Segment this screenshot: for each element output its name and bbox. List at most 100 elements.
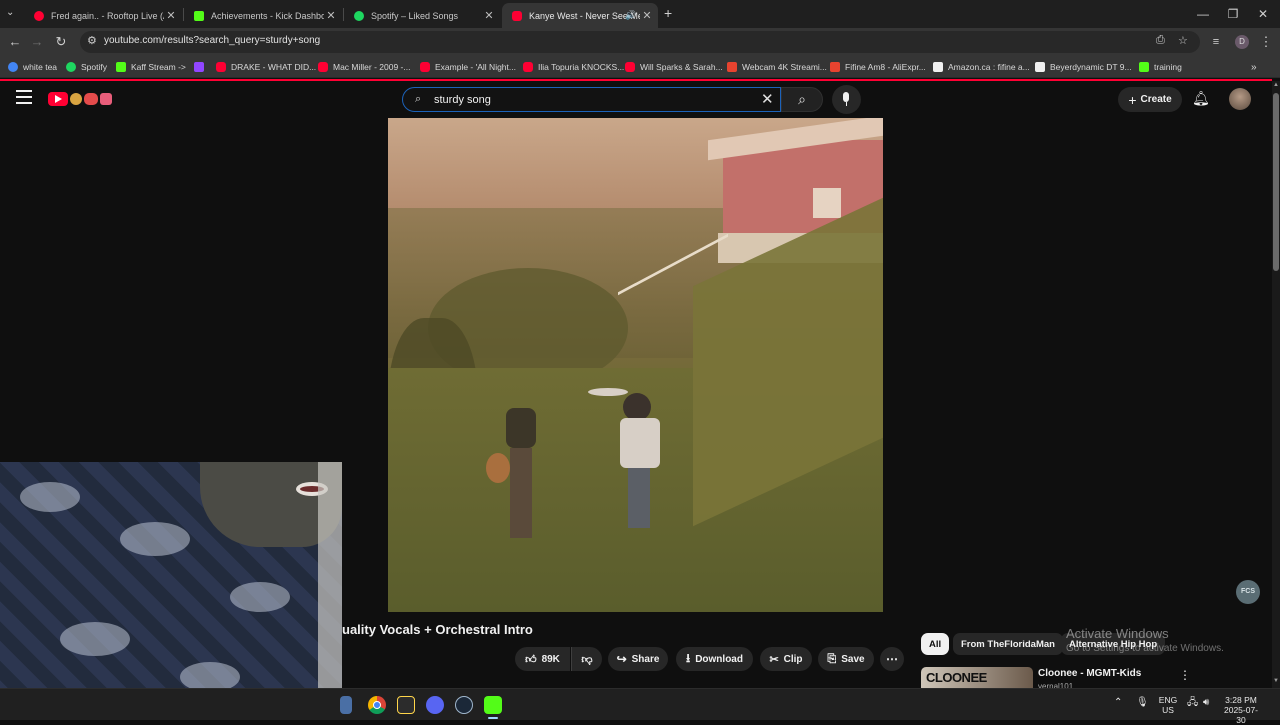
share-button[interactable]: ↪ Share — [608, 647, 668, 671]
voice-search-button[interactable] — [832, 85, 861, 114]
scroll-up-arrow-icon[interactable]: ▲ — [1273, 82, 1279, 88]
scroll-down-arrow-icon[interactable]: ▼ — [1273, 678, 1279, 684]
terminal-app-icon[interactable] — [397, 696, 415, 714]
close-icon[interactable]: ✕ — [482, 9, 496, 22]
scrollbar-thumb[interactable] — [1273, 93, 1279, 271]
account-avatar[interactable] — [1229, 88, 1251, 110]
recommended-video-item[interactable]: CLOONEE Cloonee - MGMT-Kids vernal101 ⋮ — [921, 667, 1191, 688]
new-tab-button[interactable]: + — [664, 5, 672, 21]
tray-overflow-chevron-icon[interactable]: ⌃ — [1114, 698, 1122, 708]
tab-1[interactable]: Achievements - Kick Dashboard ✕ — [184, 3, 342, 28]
save-button[interactable]: ⎘ Save — [818, 647, 874, 671]
create-button[interactable]: + Create — [1118, 87, 1182, 112]
bookmark-star-icon[interactable]: ☆ — [1178, 34, 1188, 47]
bookmark-item[interactable] — [194, 60, 209, 74]
clock[interactable]: 3:28 PM 2025-07-30 — [1222, 695, 1260, 725]
bookmark-item[interactable]: Beyerdynamic DT 9... — [1035, 60, 1132, 74]
bookmark-item[interactable]: Mac Miller - 2009 -... — [318, 60, 410, 74]
tab-title: Fred again.. - Rooftop Live (An — [51, 10, 164, 21]
clip-button[interactable]: ✂ Clip — [760, 647, 812, 671]
tab-search-chevron-icon[interactable]: ⌄ — [6, 7, 14, 18]
close-icon[interactable]: ✕ — [640, 9, 654, 22]
plus-icon: + — [1128, 91, 1137, 108]
clock-date: 2025-07-30 — [1223, 705, 1259, 725]
bookmark-item[interactable]: Webcam 4K Streami... — [727, 60, 827, 74]
restore-icon[interactable]: ❐ — [1218, 5, 1248, 23]
more-vertical-icon[interactable]: ⋮ — [1179, 668, 1191, 682]
youtube-favicon-icon — [512, 10, 522, 21]
chrome-app-icon[interactable] — [368, 696, 386, 714]
reload-icon[interactable]: ↻ — [52, 33, 70, 51]
language-code: ENG — [1158, 695, 1178, 705]
youtube-doodle-logo[interactable] — [48, 91, 114, 107]
bookmarks-bar: white tea Spotify Kaff Stream -> DRAKE -… — [0, 56, 1280, 78]
install-app-icon[interactable]: ⎙ — [1156, 34, 1165, 47]
like-button[interactable]: 👍︎ 89K — [515, 647, 570, 671]
tab-3-active[interactable]: Kanye West - Never See Me 🔊 ✕ — [502, 3, 658, 28]
video-title: uality Vocals + Orchestral Intro — [342, 622, 533, 637]
bookmark-item[interactable]: Amazon.ca : fifine a... — [933, 60, 1030, 74]
tab-title: Spotify – Liked Songs — [371, 10, 459, 21]
notifications-bell-icon[interactable]: 🔔︎ — [1192, 90, 1210, 107]
bookmark-item[interactable]: Spotify — [66, 60, 107, 74]
volume-icon[interactable]: 🔊︎ — [1203, 698, 1209, 708]
tab-title: Kanye West - Never See Me — [529, 10, 640, 21]
channel-watermark-badge[interactable]: FCS — [1236, 580, 1260, 604]
steam-app-icon[interactable] — [455, 696, 473, 714]
back-arrow-icon[interactable]: ← — [6, 33, 24, 51]
bookmark-item[interactable]: Will Sparks & Sarah... — [625, 60, 723, 74]
page-scrollbar[interactable]: ▲ ▼ — [1272, 81, 1280, 688]
bookmark-item[interactable]: DRAKE - WHAT DID... — [216, 60, 316, 74]
network-icon[interactable]: 🖧 — [1187, 698, 1198, 708]
chip-all[interactable]: All — [921, 633, 950, 655]
kick-app-icon[interactable] — [484, 696, 502, 714]
window-close-icon[interactable]: ✕ — [1248, 5, 1278, 23]
download-button[interactable]: ⭳ Download — [676, 647, 753, 671]
bookmark-favicon-icon — [625, 62, 635, 72]
doodle-icon — [100, 93, 112, 105]
scissors-icon: ✂ — [769, 653, 779, 666]
keyboard-language[interactable]: ENG US — [1156, 695, 1180, 715]
forward-arrow-icon[interactable]: → — [28, 33, 46, 51]
discord-app-icon[interactable] — [426, 696, 444, 714]
address-bar[interactable]: ⚙ youtube.com/results?search_query=sturd… — [80, 31, 1200, 53]
bookmark-icon: ⎘ — [827, 652, 837, 665]
thumbs-up-icon: 👍︎ — [525, 653, 537, 666]
site-info-icon[interactable]: ⚙ — [87, 34, 97, 47]
close-icon[interactable]: ✕ — [324, 9, 338, 22]
bookmarks-overflow-icon[interactable]: » — [1251, 60, 1257, 74]
tab-strip: ⌄ Fred again.. - Rooftop Live (An ✕ Achi… — [0, 0, 1280, 28]
recommended-thumbnail[interactable]: CLOONEE — [921, 667, 1033, 688]
browser-menu-icon[interactable]: ⋮ — [1257, 33, 1275, 51]
bookmark-item[interactable]: training — [1139, 60, 1182, 74]
bookmark-item[interactable]: Ilia Topuria KNOCKS... — [523, 60, 624, 74]
speaker-icon[interactable]: 🔊 — [625, 10, 636, 21]
dislike-button[interactable]: 👎︎ — [571, 647, 602, 671]
bookmark-item[interactable]: Example - 'All Night... — [420, 60, 516, 74]
bookmark-item[interactable]: Fifine Am8 - AliExpr... — [830, 60, 926, 74]
tray-microphone-icon[interactable]: 🎙︎ — [1136, 698, 1149, 708]
url-text[interactable]: youtube.com/results?search_query=sturdy+… — [104, 35, 320, 46]
media-controls-icon[interactable]: ≡ — [1207, 33, 1225, 51]
webcam-overlay — [0, 462, 342, 720]
tab-0[interactable]: Fred again.. - Rooftop Live (An ✕ — [24, 3, 182, 28]
bookmark-item[interactable]: Kaff Stream -> — [116, 60, 186, 74]
more-actions-button[interactable]: ⋯ — [880, 647, 904, 671]
close-icon[interactable]: ✕ — [164, 9, 178, 22]
search-icon: ⌕ — [798, 91, 806, 107]
video-player[interactable] — [388, 118, 883, 612]
search-button[interactable]: ⌕ — [781, 87, 823, 112]
minimize-icon[interactable]: — — [1188, 5, 1218, 23]
chip-from-channel[interactable]: From TheFloridaMan — [953, 633, 1063, 655]
calculator-app-icon[interactable] — [340, 696, 352, 714]
share-arrow-icon: ↪ — [616, 652, 627, 666]
search-box[interactable]: ⌕ ✕ — [402, 87, 781, 112]
clear-search-icon[interactable]: ✕ — [761, 90, 774, 108]
bookmark-favicon-icon — [830, 62, 840, 72]
bookmark-item[interactable]: white tea — [8, 60, 57, 74]
hamburger-menu-icon[interactable] — [16, 90, 32, 104]
bookmark-favicon-icon — [420, 62, 430, 72]
tab-2[interactable]: Spotify – Liked Songs ✕ — [344, 3, 500, 28]
profile-avatar[interactable]: D — [1235, 35, 1249, 49]
search-input[interactable] — [434, 92, 734, 107]
